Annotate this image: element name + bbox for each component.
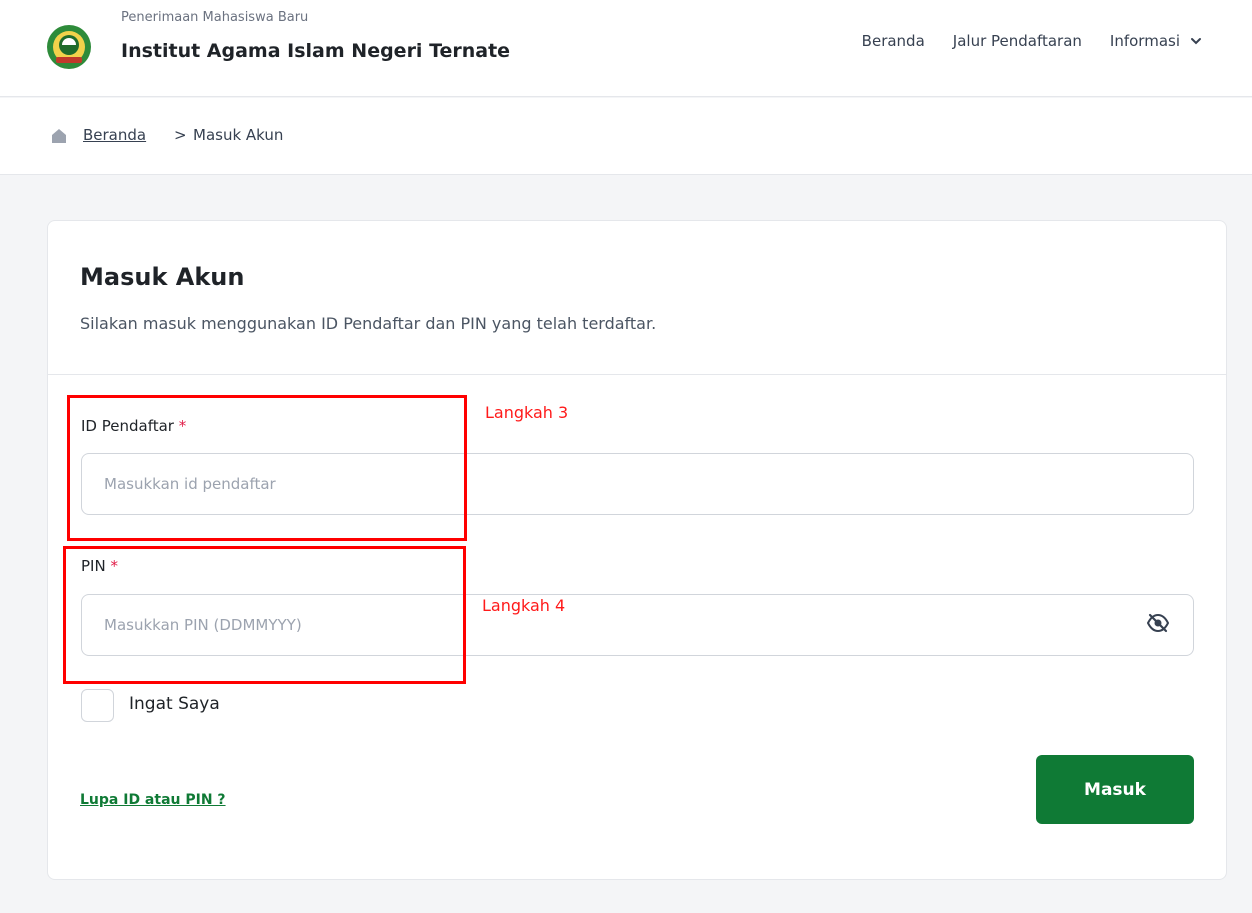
annotation-step3: Langkah 3 — [485, 403, 569, 422]
forgot-id-pin-link[interactable]: Lupa ID atau PIN ? — [80, 792, 226, 808]
nav-beranda[interactable]: Beranda — [862, 32, 925, 50]
card-divider — [48, 374, 1226, 375]
page-description: Silakan masuk menggunakan ID Pendaftar d… — [80, 314, 657, 333]
nav-informasi[interactable]: Informasi — [1110, 32, 1202, 50]
breadcrumb-current: Masuk Akun — [193, 126, 284, 144]
site-title[interactable]: Institut Agama Islam Negeri Ternate — [121, 40, 510, 62]
annotation-step4: Langkah 4 — [482, 596, 566, 615]
main-nav: Beranda Jalur Pendaftaran Informasi — [834, 32, 1202, 50]
home-icon — [52, 129, 66, 143]
nav-jalur-pendaftaran[interactable]: Jalur Pendaftaran — [953, 32, 1082, 50]
site-subtitle: Penerimaan Mahasiswa Baru — [121, 10, 309, 25]
chevron-down-icon — [1191, 38, 1201, 45]
remember-me-label[interactable]: Ingat Saya — [129, 694, 220, 714]
login-button[interactable]: Masuk — [1036, 755, 1194, 824]
nav-informasi-label: Informasi — [1109, 32, 1180, 50]
university-seal-icon[interactable] — [46, 24, 92, 70]
annotation-box-step4 — [63, 546, 466, 684]
breadcrumb — [0, 98, 1252, 175]
remember-me-checkbox[interactable] — [81, 689, 114, 722]
breadcrumb-link-beranda[interactable]: Beranda — [83, 126, 146, 144]
annotation-box-step3 — [67, 395, 467, 541]
eye-off-icon[interactable] — [1147, 613, 1169, 633]
breadcrumb-separator: > — [174, 126, 187, 144]
page-title: Masuk Akun — [80, 263, 245, 291]
